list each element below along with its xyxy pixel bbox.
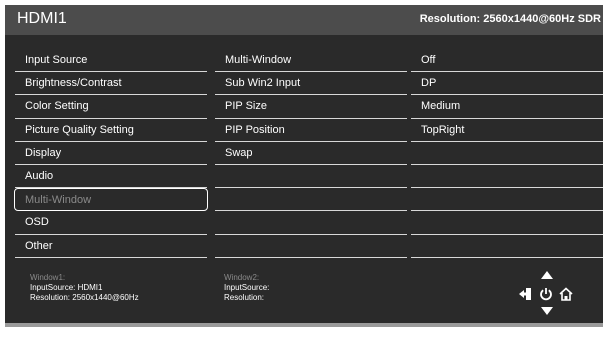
value-empty-row <box>411 235 603 258</box>
value-sub-win2-input: DP <box>411 72 603 96</box>
submenu-item-pip-size[interactable]: PIP Size <box>215 95 407 119</box>
submenu-item-swap[interactable]: Swap <box>215 142 407 165</box>
submenu-empty-row <box>215 188 407 212</box>
submenu-empty-row <box>215 211 407 235</box>
menu-item-multi-window[interactable]: Multi-Window <box>14 188 208 212</box>
main-menu-list: Input Source Brightness/Contrast Color S… <box>14 49 208 258</box>
power-icon[interactable] <box>539 287 553 301</box>
menu-item-color-setting[interactable]: Color Setting <box>15 95 207 119</box>
value-empty-row <box>411 188 603 212</box>
value-empty-row <box>411 142 603 165</box>
value-multi-window: Off <box>411 49 603 73</box>
menu-item-osd[interactable]: OSD <box>15 211 207 235</box>
window2-input-source: InputSource: <box>224 283 270 292</box>
down-arrow-icon[interactable] <box>541 307 553 315</box>
menu-item-picture-quality[interactable]: Picture Quality Setting <box>15 119 207 142</box>
menu-item-input-source[interactable]: Input Source <box>15 49 207 73</box>
osd-menu: HDMI1 Resolution: 2560x1440@60Hz SDR Inp… <box>5 5 603 327</box>
up-arrow-icon[interactable] <box>541 271 553 279</box>
menu-item-other[interactable]: Other <box>15 235 207 258</box>
window2-title: Window2: <box>224 273 260 282</box>
footer-bar <box>5 323 603 327</box>
value-pip-position: TopRight <box>411 119 603 142</box>
window2-resolution: Resolution: <box>224 293 265 302</box>
key-guide <box>515 267 585 317</box>
window1-info: Window1: InputSource: HDMI1 Resolution: … <box>30 273 139 303</box>
exit-icon[interactable] <box>518 287 534 301</box>
value-pip-size: Medium <box>411 95 603 119</box>
home-icon[interactable] <box>559 287 573 301</box>
value-list: Off DP Medium TopRight <box>411 49 603 258</box>
value-empty-row <box>411 211 603 235</box>
menu-item-audio[interactable]: Audio <box>15 165 207 189</box>
input-title: HDMI1 <box>17 10 67 27</box>
menu-item-display[interactable]: Display <box>15 142 207 165</box>
value-empty-row <box>411 165 603 189</box>
submenu-item-multi-window[interactable]: Multi-Window <box>215 49 407 73</box>
submenu-item-pip-position[interactable]: PIP Position <box>215 119 407 142</box>
submenu-empty-row <box>215 235 407 258</box>
window1-resolution: Resolution: 2560x1440@60Hz <box>30 293 139 302</box>
menu-item-brightness-contrast[interactable]: Brightness/Contrast <box>15 72 207 96</box>
osd-header: HDMI1 Resolution: 2560x1440@60Hz SDR <box>5 5 603 35</box>
window1-input-source: InputSource: HDMI1 <box>30 283 103 292</box>
submenu-item-sub-win2-input[interactable]: Sub Win2 Input <box>215 72 407 96</box>
submenu-empty-row <box>215 165 407 189</box>
submenu-list: Multi-Window Sub Win2 Input PIP Size PIP… <box>215 49 407 258</box>
window2-info: Window2: InputSource: Resolution: <box>224 273 269 303</box>
window1-title: Window1: <box>30 273 66 282</box>
resolution-status: Resolution: 2560x1440@60Hz SDR <box>419 13 601 25</box>
